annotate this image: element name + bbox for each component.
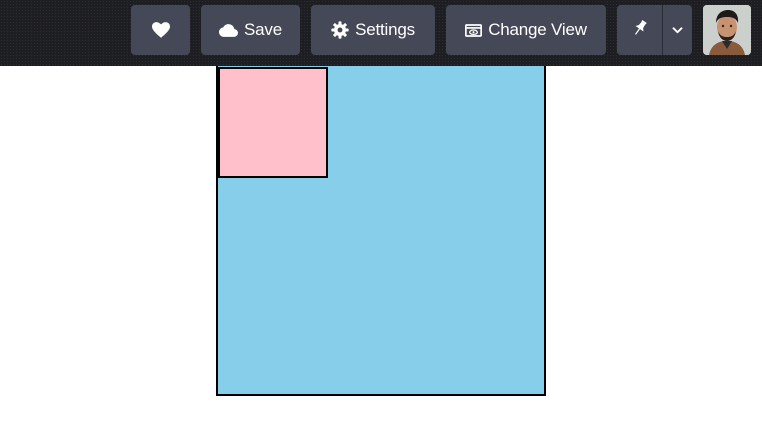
- settings-label: Settings: [355, 20, 415, 39]
- top-toolbar: Save Settings Change View: [0, 0, 762, 66]
- save-button[interactable]: Save: [201, 5, 300, 55]
- user-avatar[interactable]: [703, 5, 751, 55]
- pin-icon: [633, 19, 647, 41]
- pin-button-group: [617, 5, 692, 55]
- more-options-button[interactable]: [663, 5, 692, 55]
- like-button[interactable]: [131, 5, 190, 55]
- settings-button[interactable]: Settings: [311, 5, 435, 55]
- inner-box: [218, 67, 328, 178]
- save-label: Save: [244, 20, 282, 39]
- heart-icon: [151, 22, 170, 38]
- view-icon: [465, 23, 483, 37]
- cloud-icon: [219, 23, 239, 37]
- change-view-label: Change View: [488, 20, 587, 39]
- pin-button[interactable]: [617, 5, 662, 55]
- change-view-button[interactable]: Change View: [446, 5, 606, 55]
- gear-icon: [331, 21, 349, 39]
- chevron-down-icon: [672, 21, 683, 39]
